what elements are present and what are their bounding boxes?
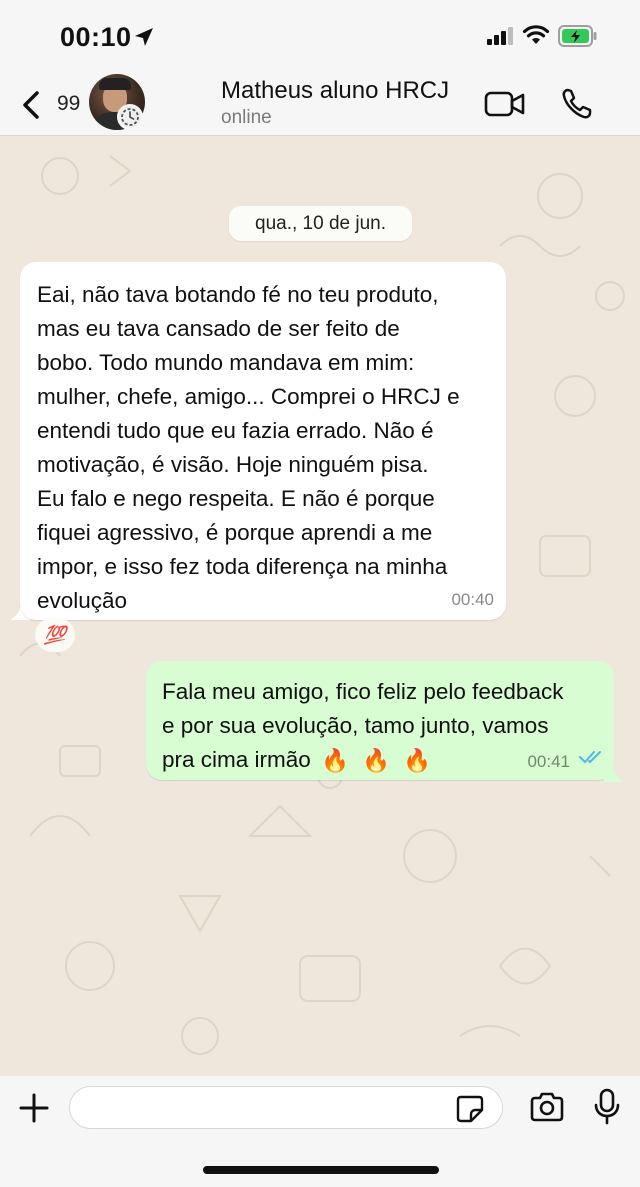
phone-icon [562, 88, 592, 119]
sticker-icon [456, 1095, 484, 1123]
contact-name[interactable]: Matheus aluno HRCJ [221, 77, 449, 105]
chevron-left-icon [23, 91, 39, 119]
incoming-message-time: 00:40 [451, 590, 494, 609]
incoming-message-text: Eai, não tava botando fé no teu produto,… [37, 282, 460, 613]
sticker-button[interactable] [455, 1094, 485, 1129]
home-indicator[interactable] [203, 1166, 439, 1174]
fire-emoji: 🔥 [321, 748, 350, 774]
message-reaction[interactable]: 💯 [35, 618, 75, 652]
attach-button[interactable] [18, 1092, 50, 1129]
incoming-message-bubble[interactable]: Eai, não tava botando fé no teu produto,… [20, 262, 506, 620]
message-input[interactable] [69, 1086, 503, 1129]
video-call-icon [484, 91, 525, 117]
video-call-button[interactable] [484, 90, 526, 123]
voice-call-button[interactable] [560, 87, 594, 126]
read-receipt-icon [578, 749, 604, 770]
contact-status: online [221, 107, 272, 128]
wifi-icon [522, 24, 550, 51]
fire-emoji: 🔥 [403, 748, 432, 774]
location-arrow-icon [133, 26, 155, 53]
microphone-icon [594, 1088, 620, 1125]
signal-icon [487, 27, 515, 50]
date-separator: qua., 10 de jun. [229, 206, 412, 241]
status-time: 00:10 [60, 22, 132, 52]
disappearing-timer-icon [117, 104, 143, 130]
fire-emojis: 🔥 🔥 🔥 [321, 744, 431, 778]
back-button[interactable] [20, 90, 42, 125]
camera-button[interactable] [529, 1092, 565, 1127]
unread-count[interactable]: 99 [57, 92, 80, 116]
battery-charging-icon [558, 24, 598, 53]
chat-area[interactable]: qua., 10 de jun. Eai, não tava botando f… [0, 136, 640, 1076]
hundred-points-emoji: 💯 [43, 624, 67, 645]
composer-bar [0, 1076, 640, 1187]
outgoing-bubble-tail [604, 756, 624, 782]
chat-header: 99 Matheus aluno HRCJ online [0, 74, 640, 136]
outgoing-message-bubble[interactable]: Fala meu amigo, fico feliz pelo feedback… [146, 661, 614, 780]
fire-emoji: 🔥 [362, 748, 391, 774]
status-bar: 00:10 [0, 0, 640, 74]
outgoing-message-time: 00:41 [527, 752, 570, 771]
camera-icon [530, 1092, 564, 1122]
plus-icon [19, 1093, 49, 1123]
voice-message-button[interactable] [594, 1088, 620, 1131]
